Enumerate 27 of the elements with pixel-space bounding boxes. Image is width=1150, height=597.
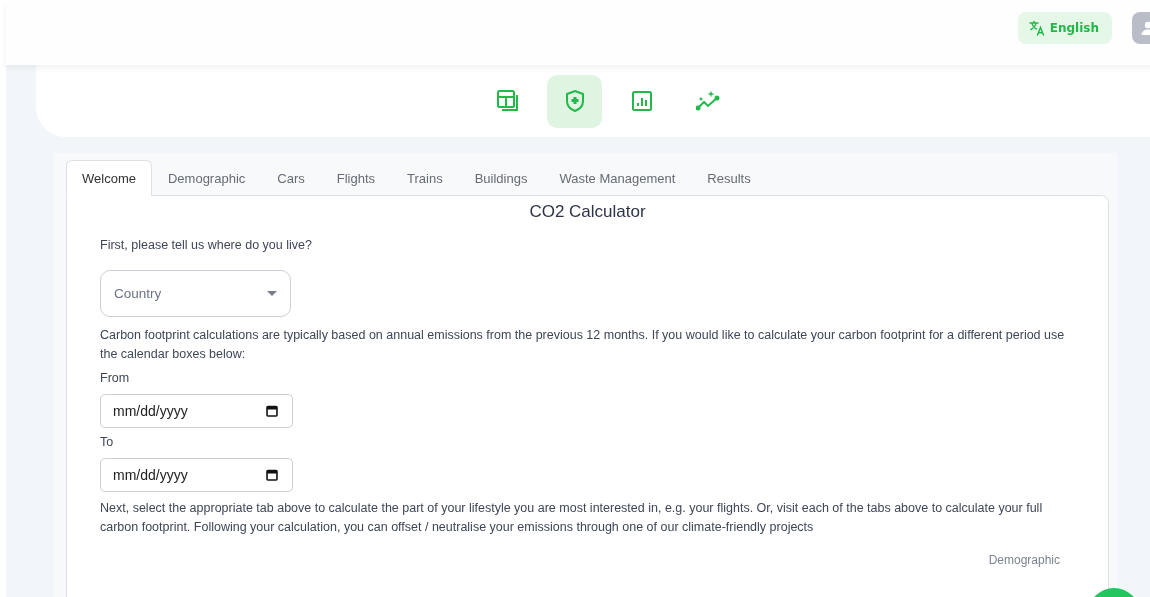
- next-link[interactable]: Demographic: [988, 553, 1060, 567]
- caret-icon: [267, 291, 277, 296]
- tab[interactable]: Waste Management: [543, 160, 692, 196]
- field-label: From: [100, 371, 131, 385]
- calendar-icon: [266, 405, 278, 417]
- bar-chart-icon: [630, 90, 653, 112]
- tab[interactable]: Buildings: [458, 160, 544, 196]
- info-text: Next, select the appropriate tab above to calculate the part of your lifestyle you are most interested in, e.g. your flights. Or, visit each of the tabs above to calculate your full carbon footprint. Following your calculation, you can offset / neutralise your emissions through one of our climate-friendly projects: [100, 500, 1044, 536]
- calendar-icon: [266, 469, 278, 481]
- sparkle-trend-icon: [695, 91, 722, 111]
- question-text: First, please tell us where do you live?: [100, 237, 313, 254]
- info-text: Carbon footprint calculations are typically based on annual emissions from the previous 12 months. If you would like to calculate your carbon footprint for a different period use the calendar boxes below:: [100, 327, 1066, 363]
- page-title: CO2 Calculator: [528, 202, 647, 222]
- shield-plus-icon: [563, 89, 586, 113]
- tab[interactable]: Welcome: [66, 160, 152, 196]
- country-dropdown[interactable]: Country: [100, 270, 291, 317]
- date-field[interactable]: mm/dd/yyyy: [100, 458, 293, 492]
- field-label: To: [100, 435, 115, 449]
- tab[interactable]: Trains: [391, 160, 459, 196]
- tab[interactable]: Cars: [261, 160, 321, 196]
- tab[interactable]: Results: [691, 160, 767, 196]
- tab[interactable]: Demographic: [151, 160, 262, 196]
- tab[interactable]: Flights: [320, 160, 392, 196]
- layout-icon: [495, 89, 520, 113]
- date-field[interactable]: mm/dd/yyyy: [100, 394, 293, 428]
- nav-button[interactable]: [547, 74, 602, 128]
- translate-icon: [1028, 19, 1045, 36]
